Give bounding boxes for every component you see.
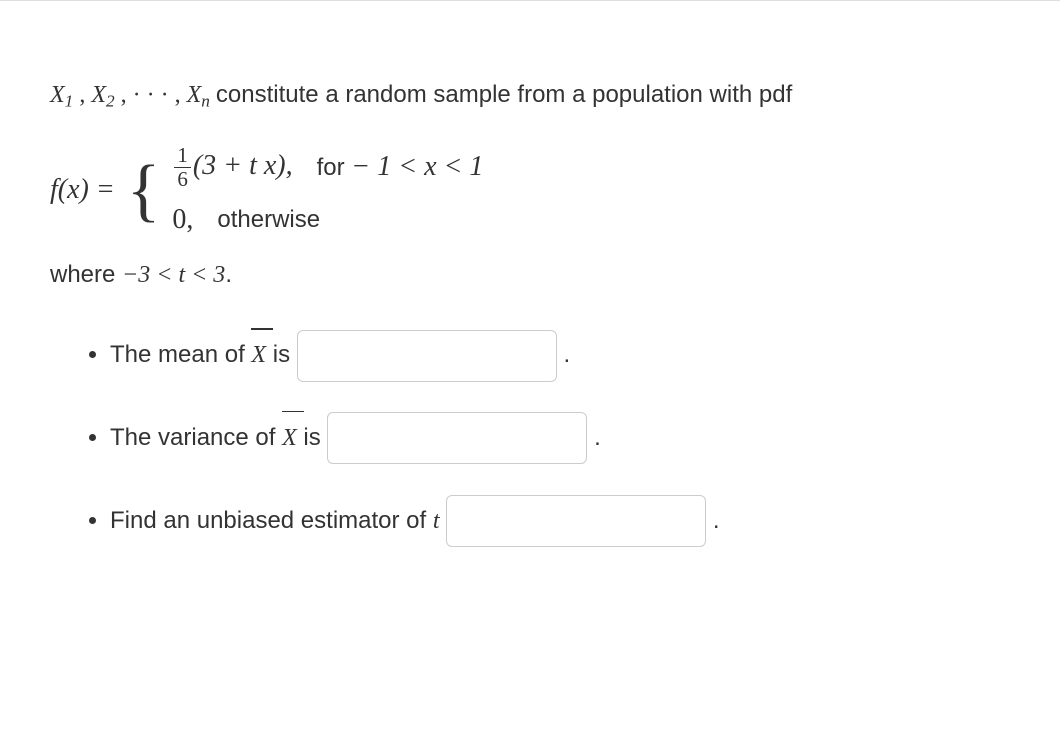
mean-input[interactable]	[297, 330, 557, 382]
intro-text: X1 , X2 , · · · , Xn constitute a random…	[50, 76, 1010, 115]
parameter-constraint: where −3 < t < 3.	[50, 261, 1010, 289]
case2-condition: otherwise	[217, 206, 320, 234]
question-list: The mean of X is . The variance of X is …	[50, 329, 1010, 547]
t-symbol: t	[433, 508, 440, 534]
variable-Xn: Xn	[187, 82, 216, 108]
case2-expr: 0,	[172, 204, 193, 236]
xbar-symbol: X	[251, 329, 266, 382]
case1-condition: for − 1 < x < 1	[317, 151, 484, 183]
pdf-case-2: 0, otherwise	[172, 204, 483, 236]
question-mean: The mean of X is .	[110, 329, 1010, 382]
pdf-lhs: f(x) =	[50, 174, 115, 206]
pdf-definition: f(x) = { 1 6 (3 + t x), for − 1 < x < 1 …	[50, 145, 1010, 236]
xbar-symbol: X	[282, 412, 297, 465]
intro-tail: constitute a random sample from a popula…	[216, 81, 792, 108]
question-variance: The variance of X is .	[110, 412, 1010, 465]
variable-X2: X2	[91, 82, 120, 108]
variance-input[interactable]	[327, 412, 587, 464]
estimator-input[interactable]	[446, 495, 706, 547]
case1-expr: 1 6 (3 + t x),	[172, 145, 292, 190]
pdf-case-1: 1 6 (3 + t x), for − 1 < x < 1	[172, 145, 483, 190]
question-estimator: Find an unbiased estimator of t .	[110, 495, 1010, 548]
left-brace-icon: {	[127, 161, 161, 221]
problem-container: X1 , X2 , · · · , Xn constitute a random…	[0, 0, 1060, 627]
variable-X1: X1	[50, 82, 79, 108]
pdf-cases: 1 6 (3 + t x), for − 1 < x < 1 0, otherw…	[172, 145, 483, 236]
